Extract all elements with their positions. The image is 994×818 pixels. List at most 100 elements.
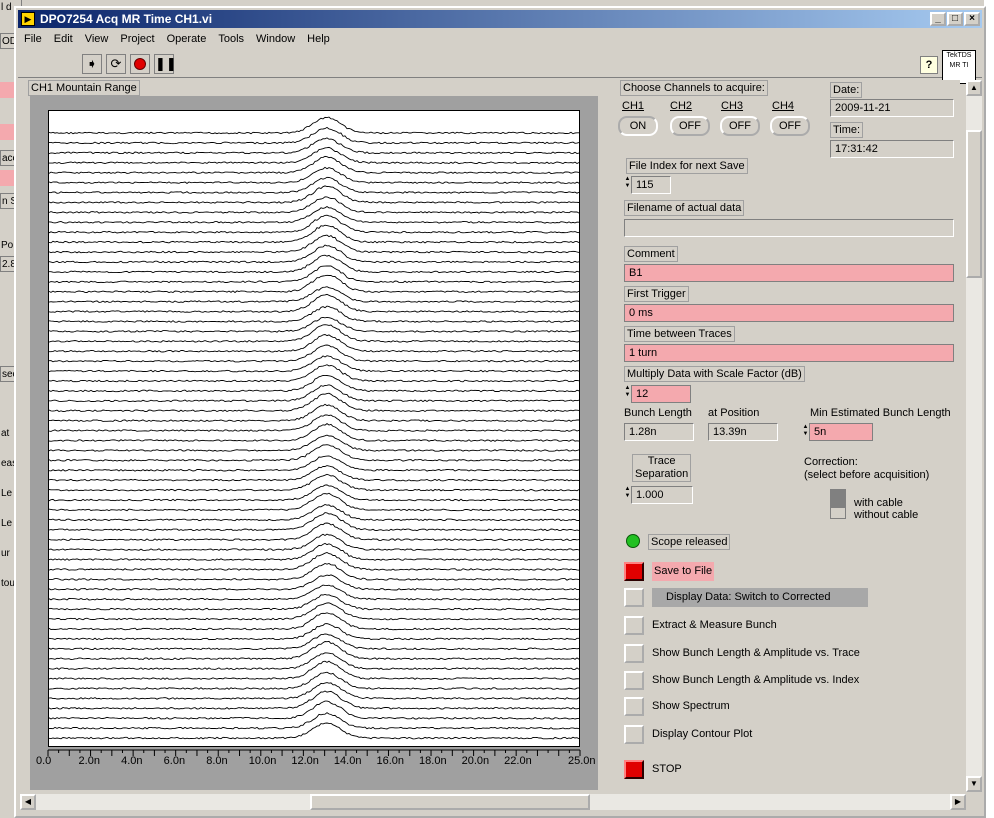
save-to-file-button[interactable] bbox=[624, 562, 644, 581]
labview-app-icon: ▶ bbox=[21, 12, 35, 26]
vi-icon: TekTDS MR TI bbox=[942, 50, 976, 84]
at-position-indicator: 13.39n bbox=[708, 423, 778, 441]
time-indicator: 17:31:42 bbox=[830, 140, 954, 158]
menu-bar: File Edit View Project Operate Tools Window Hel… bbox=[18, 30, 982, 48]
menu-window[interactable]: Window bbox=[250, 30, 301, 48]
trace-line bbox=[48, 542, 580, 561]
trace-line bbox=[48, 612, 580, 631]
abort-icon[interactable] bbox=[130, 54, 150, 74]
show-vs-index-button[interactable] bbox=[624, 671, 644, 690]
trace-separation-label: Trace Separation bbox=[632, 454, 692, 482]
title-bar[interactable]: ▶ DPO7254 Acq MR Time CH1.vi _ □ × bbox=[18, 10, 982, 28]
ch3-toggle[interactable]: OFF bbox=[720, 116, 760, 136]
trace-line bbox=[48, 552, 580, 571]
correction-line2: (select before acquisition) bbox=[804, 469, 930, 481]
trace-line bbox=[48, 712, 580, 730]
x-tick-label: 8.0n bbox=[206, 755, 228, 767]
trace-line bbox=[48, 224, 580, 244]
min-bunch-spinner[interactable]: ▲ ▼ bbox=[802, 424, 809, 440]
trace-sep-input[interactable]: 1.000 bbox=[631, 486, 693, 504]
x-tick-label: 25.0n bbox=[568, 755, 596, 767]
mountain-range-graph: 0.0 2.0n 4.0n 6.0n 8.0n 10.0n 12.0n 14.0n 16.0n 1… bbox=[30, 96, 598, 790]
trace-line bbox=[48, 324, 580, 343]
correction-switch[interactable] bbox=[830, 489, 846, 519]
trace-line bbox=[48, 403, 579, 422]
trace-line bbox=[49, 146, 580, 165]
trace-line bbox=[48, 344, 580, 363]
bunch-length-indicator: 1.28n bbox=[624, 423, 694, 441]
menu-view[interactable]: View bbox=[79, 30, 115, 48]
trace-line bbox=[48, 274, 580, 294]
show-vs-trace-label: Show Bunch Length & Amplitude vs. Trace bbox=[652, 647, 860, 659]
trace-line bbox=[49, 563, 580, 581]
vertical-scroll-thumb[interactable] bbox=[966, 130, 982, 278]
maximize-button[interactable]: □ bbox=[947, 12, 963, 26]
time-label: Time: bbox=[830, 122, 864, 138]
extract-measure-button[interactable] bbox=[624, 616, 644, 635]
scroll-up-arrow[interactable]: ▲ bbox=[966, 80, 982, 96]
ch3-label: CH3 bbox=[721, 100, 744, 112]
stop-label: STOP bbox=[652, 763, 682, 775]
correction-label: Correction: (select before acquisition) bbox=[804, 456, 929, 482]
x-tick-label: 16.0n bbox=[376, 755, 404, 767]
trace-line bbox=[48, 533, 580, 551]
correction-opt2: without cable bbox=[854, 509, 919, 521]
show-spectrum-button[interactable] bbox=[624, 697, 644, 716]
display-data-button[interactable] bbox=[624, 588, 644, 607]
first-trigger-input[interactable]: 0 ms bbox=[624, 304, 954, 322]
show-vs-trace-button[interactable] bbox=[624, 644, 644, 663]
comment-input[interactable]: B1 bbox=[624, 264, 954, 282]
contour-plot-button[interactable] bbox=[624, 725, 644, 744]
ch2-toggle[interactable]: OFF bbox=[670, 116, 710, 136]
menu-project[interactable]: Project bbox=[114, 30, 160, 48]
plot-label: CH1 Mountain Range bbox=[28, 80, 140, 96]
trace-line bbox=[48, 166, 580, 184]
trace-line bbox=[48, 671, 580, 690]
min-bunch-input[interactable]: 5n bbox=[809, 423, 873, 441]
x-tick-label: 10.0n bbox=[248, 755, 277, 767]
horizontal-scrollbar[interactable]: ◀ ▶ bbox=[20, 794, 966, 810]
menu-operate[interactable]: Operate bbox=[161, 30, 213, 48]
trace-line bbox=[48, 244, 580, 264]
vertical-scrollbar[interactable]: ▲ ▼ bbox=[966, 80, 982, 792]
run-arrow-icon[interactable]: ➧ bbox=[82, 54, 102, 74]
stop-button[interactable] bbox=[624, 760, 644, 779]
scale-factor-label: Multiply Data with Scale Factor (dB) bbox=[624, 366, 805, 382]
ch1-toggle[interactable]: ON bbox=[618, 116, 658, 136]
horizontal-scroll-thumb[interactable] bbox=[310, 794, 590, 810]
trace-line bbox=[48, 375, 580, 393]
file-index-label: File Index for next Save bbox=[626, 158, 748, 174]
trace-sep-spinner[interactable]: ▲ ▼ bbox=[624, 486, 631, 502]
at-position-label: at Position bbox=[708, 407, 760, 419]
trace-line bbox=[48, 652, 580, 670]
trace-sep-line2: Separation bbox=[635, 468, 689, 480]
time-between-input[interactable]: 1 turn bbox=[624, 344, 954, 362]
scroll-down-arrow[interactable]: ▼ bbox=[966, 776, 982, 792]
file-index-control[interactable]: 115 bbox=[631, 176, 671, 194]
close-button[interactable]: × bbox=[964, 12, 980, 26]
run-continuously-icon[interactable]: ⟳ bbox=[106, 54, 126, 74]
menu-file[interactable]: File bbox=[18, 30, 48, 48]
menu-edit[interactable]: Edit bbox=[48, 30, 79, 48]
menu-tools[interactable]: Tools bbox=[212, 30, 250, 48]
scale-factor-input[interactable]: 12 bbox=[631, 385, 691, 403]
x-tick-label: 12.0n bbox=[291, 755, 319, 767]
display-data-label: Display Data: Switch to Corrected bbox=[652, 588, 868, 607]
context-help-button[interactable]: ? bbox=[920, 56, 938, 74]
trace-line bbox=[48, 185, 580, 204]
contour-plot-label: Display Contour Plot bbox=[652, 728, 753, 740]
menu-help[interactable]: Help bbox=[301, 30, 336, 48]
trace-line bbox=[48, 722, 580, 740]
minimize-button[interactable]: _ bbox=[930, 12, 946, 26]
scroll-left-arrow[interactable]: ◀ bbox=[20, 794, 36, 810]
scope-status-led bbox=[626, 534, 640, 548]
scale-factor-spinner[interactable]: ▲ ▼ bbox=[624, 385, 631, 401]
ch4-toggle[interactable]: OFF bbox=[770, 116, 810, 136]
pause-icon[interactable]: ❚❚ bbox=[154, 54, 177, 74]
x-tick-label: 2.0n bbox=[78, 755, 100, 767]
scroll-right-arrow[interactable]: ▶ bbox=[950, 794, 966, 810]
file-index-spinner[interactable]: ▲ ▼ bbox=[624, 176, 631, 192]
trace-line bbox=[48, 355, 580, 373]
extract-measure-label: Extract & Measure Bunch bbox=[652, 619, 777, 631]
trace-line bbox=[49, 254, 580, 274]
